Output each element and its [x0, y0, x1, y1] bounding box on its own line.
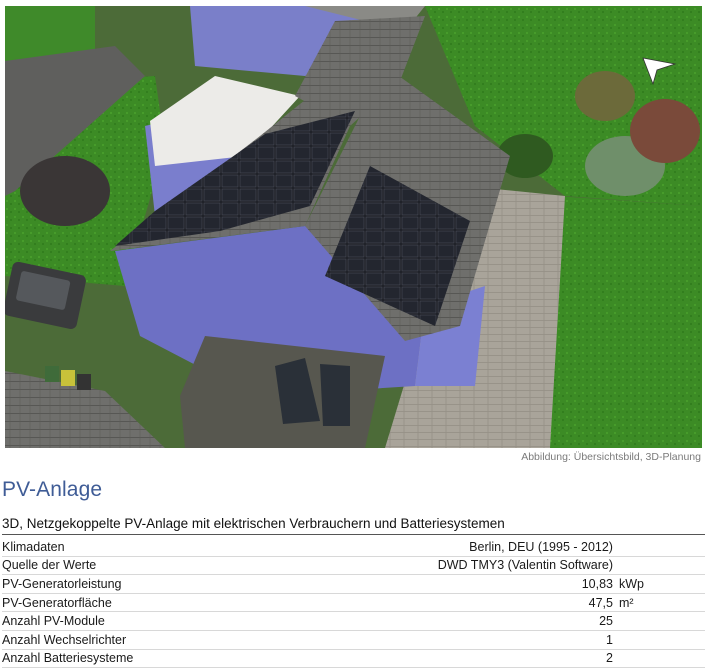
row-value: Berlin, DEU (1995 - 2012)	[353, 538, 613, 557]
row-label: PV-Generatorfläche	[2, 593, 354, 613]
table-row: Anzahl PV-Module 25	[2, 611, 705, 631]
row-value: 47,5	[353, 593, 613, 613]
row-label: Klimadaten	[2, 538, 354, 557]
section-title: PV-Anlage	[2, 478, 103, 501]
pv-data-table: Klimadaten Berlin, DEU (1995 - 2012) Que…	[2, 538, 705, 669]
3d-house-render	[5, 6, 702, 448]
table-row: Klimadaten Berlin, DEU (1995 - 2012)	[2, 538, 705, 557]
row-value: 25	[353, 611, 613, 631]
row-unit	[612, 649, 705, 669]
table-subtitle: 3D, Netzgekoppelte PV-Anlage mit elektri…	[2, 516, 705, 535]
row-value: DWD TMY3 (Valentin Software)	[353, 556, 613, 576]
overview-image	[5, 6, 702, 448]
row-label: Anzahl Wechselrichter	[2, 630, 354, 650]
row-value: 2	[353, 649, 613, 669]
row-label: PV-Generatorleistung	[2, 574, 354, 594]
row-label: Anzahl PV-Module	[2, 611, 354, 631]
table-row: PV-Generatorfläche 47,5 m²	[2, 593, 705, 613]
row-unit: m²	[612, 593, 705, 613]
table-row: Quelle der Werte DWD TMY3 (Valentin Soft…	[2, 556, 705, 576]
table-row: PV-Generatorleistung 10,83 kWp	[2, 574, 705, 594]
table-row: Anzahl Batteriesysteme 2	[2, 649, 705, 669]
row-unit: kWp	[612, 574, 705, 594]
row-unit	[612, 630, 705, 650]
row-unit	[612, 611, 705, 631]
row-unit	[612, 556, 705, 576]
row-value: 1	[353, 630, 613, 650]
row-unit	[612, 538, 705, 557]
figure-caption: Abbildung: Übersichtsbild, 3D-Planung	[521, 451, 701, 463]
table-row: Anzahl Wechselrichter 1	[2, 630, 705, 650]
row-label: Anzahl Batteriesysteme	[2, 649, 354, 669]
row-label: Quelle der Werte	[2, 556, 354, 576]
row-value: 10,83	[353, 574, 613, 594]
